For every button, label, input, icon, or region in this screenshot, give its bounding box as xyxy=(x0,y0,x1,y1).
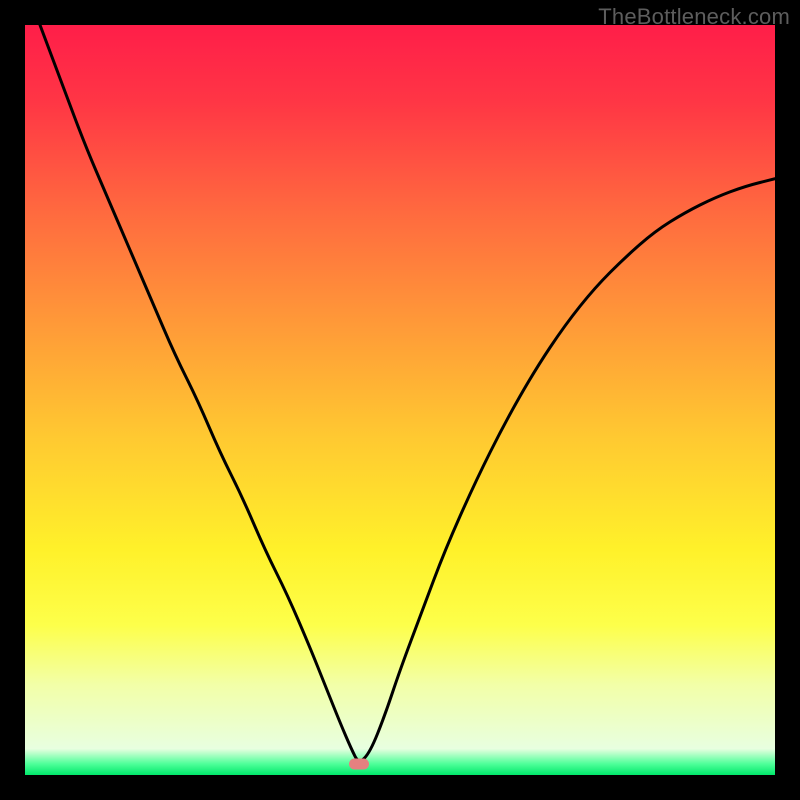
curve-layer xyxy=(25,25,775,775)
watermark-text: TheBottleneck.com xyxy=(598,4,790,30)
chart-frame: TheBottleneck.com xyxy=(0,0,800,800)
optimal-point-marker xyxy=(349,758,369,769)
plot-area xyxy=(25,25,775,775)
bottleneck-curve xyxy=(40,25,775,761)
